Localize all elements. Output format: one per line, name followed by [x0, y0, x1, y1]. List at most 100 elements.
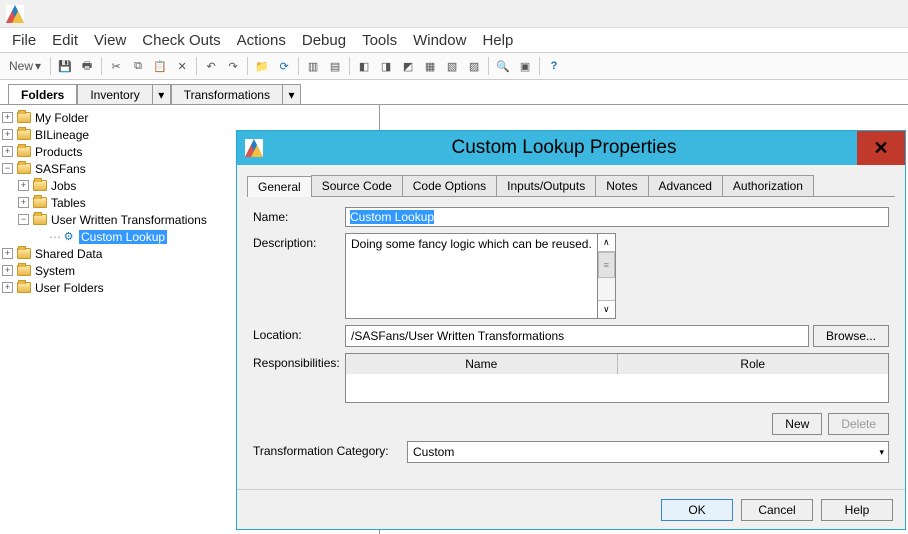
tree-sasfans[interactable]: SASFans	[35, 162, 86, 176]
browse-button[interactable]: Browse...	[813, 325, 889, 347]
folder-icon	[17, 146, 31, 157]
search-icon[interactable]: 🔍	[493, 56, 513, 76]
folder-icon	[33, 214, 47, 225]
tab-general[interactable]: General	[247, 176, 312, 197]
folder-icon	[17, 129, 31, 140]
scroll-down-icon[interactable]: ∨	[598, 300, 615, 318]
expand-icon[interactable]: +	[18, 197, 29, 208]
collapse-icon[interactable]: −	[18, 214, 29, 225]
folder-icon	[17, 265, 31, 276]
scroll-thumb[interactable]: ≡	[598, 252, 615, 278]
expand-icon[interactable]: +	[2, 146, 13, 157]
tab-inventory[interactable]: Inventory	[77, 84, 152, 105]
new-button[interactable]: New ▾	[4, 56, 46, 76]
menu-debug[interactable]: Debug	[296, 30, 352, 51]
tree-tables[interactable]: Tables	[51, 196, 86, 210]
cut-icon[interactable]: ✂	[106, 56, 126, 76]
tree-myfolder[interactable]: My Folder	[35, 111, 88, 125]
action4-icon[interactable]: ▦	[420, 56, 440, 76]
properties-icon[interactable]: ▣	[515, 56, 535, 76]
tree-jobs[interactable]: Jobs	[51, 179, 76, 193]
menu-file[interactable]: File	[6, 30, 42, 51]
help-icon[interactable]: ?	[544, 56, 564, 76]
folder-icon	[33, 197, 47, 208]
chevron-down-icon: ▾	[879, 447, 884, 458]
menu-help[interactable]: Help	[476, 30, 519, 51]
undo-icon[interactable]: ↶	[201, 56, 221, 76]
menu-tools[interactable]: Tools	[356, 30, 403, 51]
close-button[interactable]: ✕	[857, 131, 905, 165]
location-field[interactable]: /SASFans/User Written Transformations	[345, 325, 809, 347]
tab-code-options[interactable]: Code Options	[402, 175, 497, 196]
tree-uwt[interactable]: User Written Transformations	[51, 213, 207, 227]
location-label: Location:	[253, 325, 345, 347]
col-role[interactable]: Role	[618, 354, 889, 374]
collapse-icon[interactable]: −	[2, 163, 13, 174]
action1-icon[interactable]: ◧	[354, 56, 374, 76]
print-icon[interactable]: 🖶	[77, 56, 97, 76]
responsibilities-table[interactable]: Name Role	[345, 353, 889, 403]
checkout-icon[interactable]: ▤	[325, 56, 345, 76]
menu-window[interactable]: Window	[407, 30, 472, 51]
responsibilities-label: Responsibilities:	[253, 353, 345, 435]
tree-products[interactable]: Products	[35, 145, 82, 159]
tree-shared[interactable]: Shared Data	[35, 247, 102, 261]
col-name[interactable]: Name	[346, 354, 618, 374]
scroll-up-icon[interactable]: ∧	[598, 234, 615, 252]
dialog-footer: OK Cancel Help	[237, 489, 905, 529]
tab-authorization[interactable]: Authorization	[722, 175, 814, 196]
expand-icon[interactable]: +	[2, 265, 13, 276]
menubar: File Edit View Check Outs Actions Debug …	[0, 28, 908, 52]
transformations-dropdown[interactable]: ▾	[283, 84, 301, 105]
dialog-titlebar[interactable]: Custom Lookup Properties ✕	[237, 131, 905, 165]
paste-icon[interactable]: 📋	[150, 56, 170, 76]
expand-icon[interactable]: +	[18, 180, 29, 191]
tab-source-code[interactable]: Source Code	[311, 175, 403, 196]
app-icon	[6, 5, 24, 23]
action2-icon[interactable]: ◨	[376, 56, 396, 76]
expand-icon[interactable]: +	[2, 282, 13, 293]
dialog-title: Custom Lookup Properties	[271, 137, 857, 159]
expand-icon[interactable]: +	[2, 248, 13, 259]
properties-dialog: Custom Lookup Properties ✕ General Sourc…	[236, 130, 906, 530]
menu-actions[interactable]: Actions	[231, 30, 292, 51]
redo-icon[interactable]: ↷	[223, 56, 243, 76]
tree-system[interactable]: System	[35, 264, 75, 278]
tab-folders[interactable]: Folders	[8, 84, 77, 105]
menu-edit[interactable]: Edit	[46, 30, 84, 51]
delete-responsibility-button: Delete	[828, 413, 889, 435]
tab-advanced[interactable]: Advanced	[648, 175, 723, 196]
name-field[interactable]: Custom Lookup	[345, 207, 889, 227]
left-tabstrip: Folders Inventory ▾ Transformations ▾	[0, 80, 908, 104]
description-field[interactable]: Doing some fancy logic which can be reus…	[345, 233, 598, 319]
folder-icon	[17, 112, 31, 123]
copy-icon[interactable]: ⧉	[128, 56, 148, 76]
tab-inputs-outputs[interactable]: Inputs/Outputs	[496, 175, 596, 196]
tree-userfolders[interactable]: User Folders	[35, 281, 104, 295]
inventory-dropdown[interactable]: ▾	[153, 84, 171, 105]
description-scrollbar[interactable]: ∧ ≡ ∨	[598, 233, 616, 319]
save-icon[interactable]: 💾	[55, 56, 75, 76]
cancel-button[interactable]: Cancel	[741, 499, 813, 521]
tab-notes[interactable]: Notes	[595, 175, 648, 196]
menu-checkouts[interactable]: Check Outs	[136, 30, 226, 51]
dialog-icon	[245, 139, 263, 157]
tree-custom-lookup[interactable]: Custom Lookup	[79, 230, 167, 244]
menu-view[interactable]: View	[88, 30, 132, 51]
folder-icon[interactable]: 📁	[252, 56, 272, 76]
ok-button[interactable]: OK	[661, 499, 733, 521]
expand-icon[interactable]: +	[2, 112, 13, 123]
category-select[interactable]: Custom ▾	[407, 441, 889, 463]
action5-icon[interactable]: ▧	[442, 56, 462, 76]
action3-icon[interactable]: ◩	[398, 56, 418, 76]
checkin-icon[interactable]: ▥	[303, 56, 323, 76]
action6-icon[interactable]: ▨	[464, 56, 484, 76]
refresh-icon[interactable]: ⟳	[274, 56, 294, 76]
tab-transformations[interactable]: Transformations	[171, 84, 283, 105]
delete-icon[interactable]: ✕	[172, 56, 192, 76]
new-responsibility-button[interactable]: New	[772, 413, 822, 435]
toolbar: New ▾ 💾 🖶 ✂ ⧉ 📋 ✕ ↶ ↷ 📁 ⟳ ▥ ▤ ◧ ◨ ◩ ▦ ▧ …	[0, 52, 908, 80]
tree-bilineage[interactable]: BILineage	[35, 128, 89, 142]
expand-icon[interactable]: +	[2, 129, 13, 140]
help-button[interactable]: Help	[821, 499, 893, 521]
